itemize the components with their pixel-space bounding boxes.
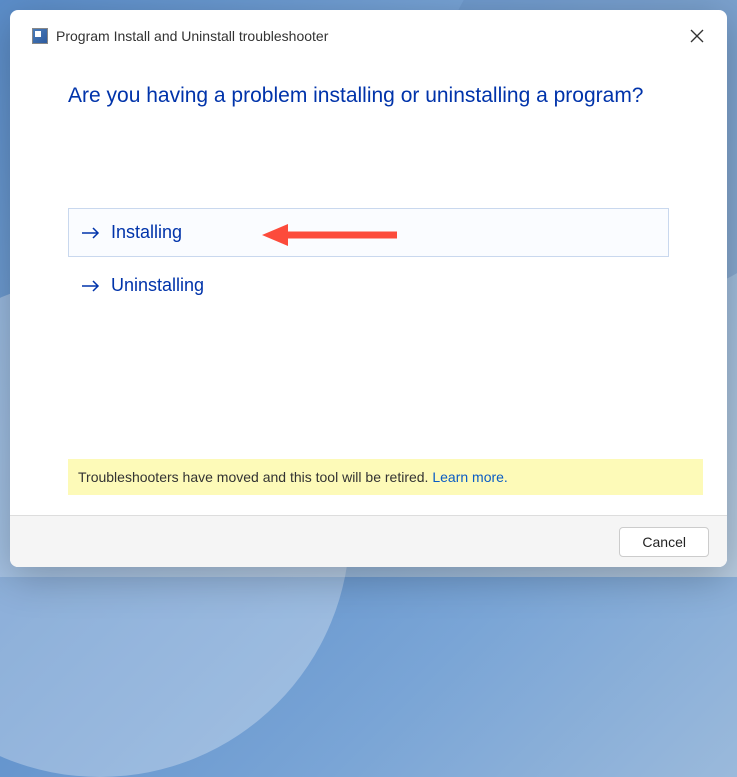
troubleshooter-window: Program Install and Uninstall troublesho… <box>10 10 727 567</box>
learn-more-link[interactable]: Learn more. <box>432 469 507 485</box>
option-installing[interactable]: Installing <box>68 208 669 257</box>
info-banner: Troubleshooters have moved and this tool… <box>68 459 703 495</box>
option-installing-label: Installing <box>111 222 182 243</box>
troubleshooter-icon <box>32 28 48 44</box>
arrow-right-icon <box>81 278 101 294</box>
option-uninstalling-label: Uninstalling <box>111 275 204 296</box>
page-heading: Are you having a problem installing or u… <box>10 54 727 118</box>
close-button[interactable] <box>683 22 711 50</box>
options-area: Installing Uninstalling <box>10 118 727 314</box>
window-footer: Cancel <box>10 515 727 567</box>
close-icon <box>690 29 704 43</box>
banner-text: Troubleshooters have moved and this tool… <box>78 469 432 485</box>
window-header: Program Install and Uninstall troublesho… <box>10 10 727 54</box>
cancel-button[interactable]: Cancel <box>619 527 709 557</box>
option-uninstalling[interactable]: Uninstalling <box>68 261 669 310</box>
arrow-right-icon <box>81 225 101 241</box>
window-title: Program Install and Uninstall troublesho… <box>56 28 328 44</box>
